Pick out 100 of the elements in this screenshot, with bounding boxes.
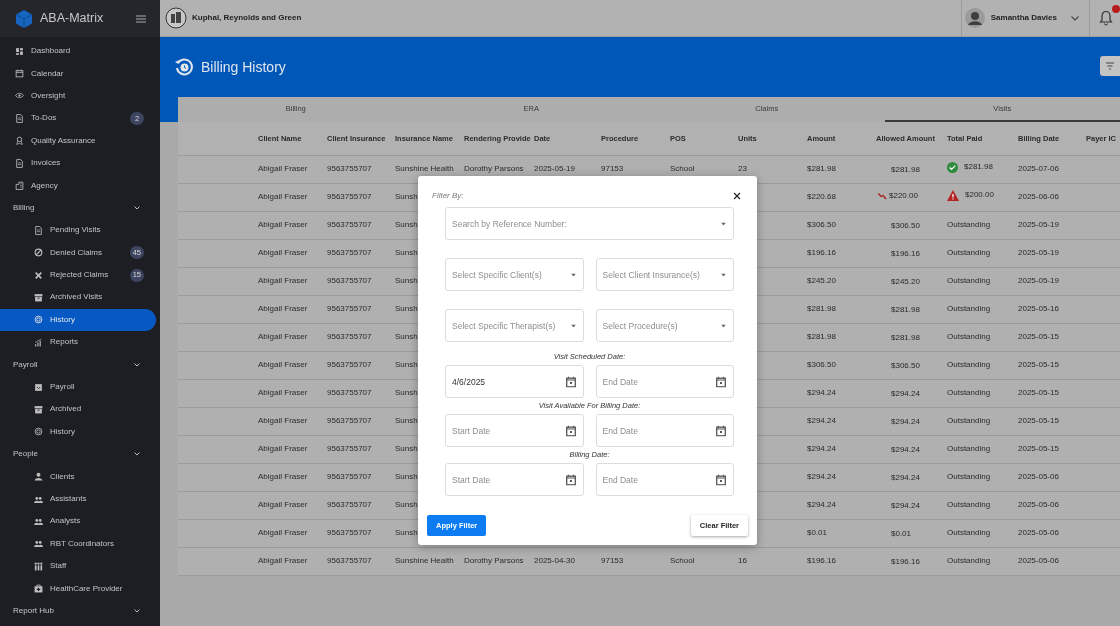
table-cell: 2025-05-15 — [1018, 360, 1059, 369]
sidebar-section-header[interactable]: Payroll — [0, 353, 160, 376]
table-cell: Abigail Fraser — [258, 192, 308, 201]
sidebar-item[interactable]: HealthCare Provider — [0, 577, 156, 600]
sidebar-item[interactable]: Staff — [0, 555, 156, 578]
table-cell: 9563755707 — [327, 472, 372, 481]
sidebar-item[interactable]: History — [0, 308, 156, 332]
search-field[interactable]: Search by Reference Number: — [445, 207, 734, 240]
sidebar-item[interactable]: Calendar — [0, 62, 156, 85]
table-cell: Outstanding — [947, 275, 991, 287]
table-cell: $196.16 — [807, 248, 836, 257]
sidebar-item[interactable]: RBT Coordinators — [0, 532, 156, 555]
table-cell: $294.24 — [891, 500, 920, 512]
table-cell: Abigail Fraser — [258, 360, 308, 369]
caret-down-icon — [570, 324, 576, 327]
table-cell: $306.50 — [807, 360, 836, 369]
archive-box-icon — [34, 293, 43, 302]
user-menu[interactable]: Samantha Davies — [960, 0, 1090, 37]
table-cell: Abigail Fraser — [258, 164, 308, 173]
notification-bell-icon[interactable] — [1099, 10, 1113, 26]
table-cell: $0.01 — [807, 528, 828, 537]
table-cell: 2025-04-30 — [534, 556, 575, 565]
table-cell: 23 — [738, 164, 747, 173]
sidebar-item[interactable]: Archived Visits — [0, 286, 156, 309]
organization-logo-icon — [165, 7, 187, 29]
grid-icon — [15, 46, 24, 56]
notification-dot-icon — [1112, 4, 1120, 13]
table-cell: Outstanding — [947, 303, 991, 315]
table-cell: $196.16 — [891, 556, 920, 568]
date-field[interactable]: Start Date — [445, 414, 584, 447]
table-cell: Sunsh — [395, 360, 418, 369]
table-cell: 2025-05-15 — [1018, 388, 1059, 397]
archive-box-icon — [34, 404, 43, 414]
sidebar-item[interactable]: Payroll — [0, 375, 156, 399]
sidebar-item[interactable]: Agency — [0, 174, 156, 197]
table-cell: School — [670, 164, 695, 173]
sidebar-section-header[interactable]: Billing — [0, 196, 160, 220]
table-cell: $294.24 — [891, 416, 920, 428]
date-field[interactable]: End Date — [595, 414, 734, 447]
document-icon — [34, 225, 43, 235]
date-field[interactable]: End Date — [595, 365, 734, 398]
sidebar-item[interactable]: Reports — [0, 331, 156, 354]
date-field[interactable]: End Date — [595, 463, 734, 496]
calendar-icon — [565, 376, 576, 387]
table-cell: 9563755707 — [327, 164, 372, 173]
sidebar-item[interactable]: Oversight — [0, 84, 156, 108]
sidebar-item[interactable]: Invoices — [0, 151, 156, 175]
date-field[interactable]: Start Date — [445, 463, 584, 496]
table-cell: 2025-05-19 — [1018, 248, 1059, 257]
dropdown-field[interactable]: Select Specific Therapist(s) — [445, 309, 584, 342]
chevron-down-icon — [134, 362, 140, 367]
chevron-down-icon — [134, 205, 140, 210]
sidebar-item[interactable]: Analysts — [0, 510, 156, 533]
table-cell: $294.24 — [891, 472, 920, 484]
table-cell: $196.16 — [891, 248, 920, 260]
dropdown-field[interactable]: Select Specific Client(s) — [445, 258, 584, 291]
table-cell: Dorothy Parsons — [464, 164, 524, 173]
close-button[interactable] — [731, 190, 743, 202]
table-cell: $220.68 — [807, 192, 836, 201]
table-cell: $294.24 — [807, 388, 836, 397]
table-cell: Sunsh — [395, 388, 418, 397]
calendar-icon — [716, 425, 726, 436]
table-cell: 2025-07-06 — [1018, 164, 1059, 173]
sidebar-item[interactable]: Quality Assurance — [0, 129, 156, 152]
table-cell: 9563755707 — [327, 304, 372, 313]
table-cell: $281.98 — [891, 332, 920, 344]
sidebar-item[interactable]: Pending Visits — [0, 219, 156, 242]
table-cell: 2025-05-19 — [534, 164, 575, 173]
table-cell: 2025-05-16 — [1018, 304, 1059, 313]
calendar-icon — [716, 474, 726, 485]
dropdown-field[interactable]: Select Client Insurance(s) — [595, 258, 734, 291]
table-cell: 9563755707 — [327, 220, 372, 229]
sidebar-item[interactable]: History — [0, 420, 156, 444]
sidebar-item[interactable]: Archived — [0, 398, 156, 421]
app-name: ABA-Matrix — [40, 10, 104, 28]
table-cell: $294.24 — [891, 444, 920, 456]
caret-down-icon — [721, 273, 726, 276]
date-field[interactable]: 4/6/2025 — [445, 365, 584, 398]
table-cell: 9563755707 — [327, 360, 372, 369]
table-cell: 9563755707 — [327, 192, 372, 201]
table-cell: Sunsh — [395, 220, 418, 229]
sidebar-item[interactable]: Assistants — [0, 487, 156, 511]
award-icon — [15, 136, 24, 146]
table-cell: Abigail Fraser — [258, 500, 308, 509]
caret-down-icon — [570, 273, 576, 276]
sidebar-item[interactable]: Clients — [0, 465, 156, 488]
table-cell: $294.24 — [807, 500, 836, 509]
table-cell: Sunsh — [395, 500, 418, 509]
table-cell: $245.20 — [807, 276, 836, 285]
sidebar-section-header[interactable]: Report Hub — [0, 599, 160, 623]
sidebar-section-header[interactable]: People — [0, 443, 160, 466]
table-cell: Sunsh — [395, 472, 418, 481]
sidebar-item[interactable]: Dashboard — [0, 40, 156, 63]
filter-icon — [1105, 62, 1115, 70]
cross-icon — [34, 270, 43, 280]
table-cell: $294.24 — [891, 388, 920, 400]
menu-icon[interactable] — [136, 14, 146, 23]
person-icon — [34, 472, 43, 482]
dropdown-field[interactable]: Select Procedure(s) — [595, 309, 734, 342]
table-cell: 16 — [738, 556, 747, 565]
